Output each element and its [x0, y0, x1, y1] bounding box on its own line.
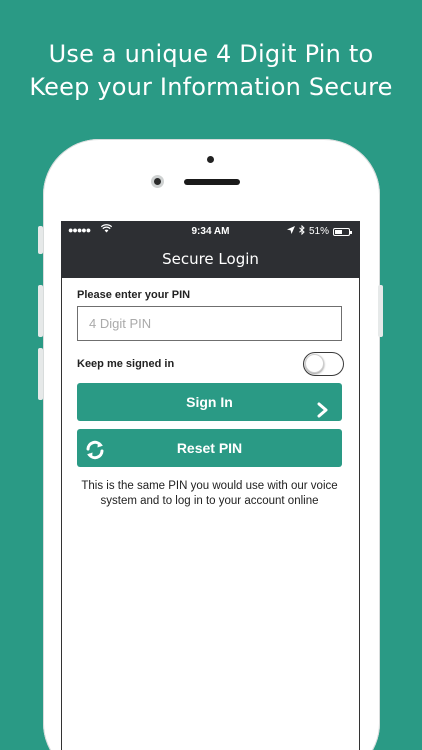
sign-in-label: Sign In: [186, 394, 233, 410]
status-bar: ●●●●● 9:34 AM 51%: [61, 221, 360, 242]
keep-signed-in-toggle[interactable]: [303, 352, 344, 376]
marketing-headline: Use a unique 4 Digit Pin to Keep your In…: [0, 38, 422, 104]
headline-line-2: Keep your Information Secure: [29, 73, 393, 101]
nav-title: Secure Login: [162, 250, 259, 268]
camera-dot: [207, 156, 214, 163]
keep-signed-in-row: Keep me signed in: [77, 352, 344, 376]
battery-percent: 51%: [308, 226, 329, 237]
pin-info-note: This is the same PIN you would use with …: [81, 480, 338, 507]
keep-signed-in-label: Keep me signed in: [77, 358, 175, 370]
refresh-icon: [84, 437, 106, 460]
sign-in-button[interactable]: Sign In: [77, 383, 342, 421]
location-arrow-icon: [286, 226, 295, 237]
volume-up-button: [38, 285, 43, 337]
battery-icon: [333, 227, 352, 236]
pin-input[interactable]: [77, 306, 342, 341]
mute-switch: [38, 226, 43, 254]
power-button: [378, 285, 383, 337]
front-camera: [151, 175, 164, 188]
nav-bar: Secure Login: [61, 242, 360, 278]
login-form: Please enter your PIN Keep me signed in …: [61, 289, 360, 509]
status-right: 51%: [286, 224, 352, 238]
reset-pin-label: Reset PIN: [176, 440, 243, 456]
chevron-right-icon: [316, 394, 330, 418]
reset-pin-button[interactable]: Reset PIN: [77, 429, 342, 467]
volume-down-button: [38, 348, 43, 400]
pin-label: Please enter your PIN: [77, 289, 191, 301]
bluetooth-icon: [299, 224, 305, 238]
phone-screen: ●●●●● 9:34 AM 51% Secure Login Please en…: [61, 221, 360, 750]
toggle-knob: [305, 354, 324, 373]
headline-line-1: Use a unique 4 Digit Pin to: [48, 40, 374, 68]
speaker-grille: [184, 179, 240, 185]
